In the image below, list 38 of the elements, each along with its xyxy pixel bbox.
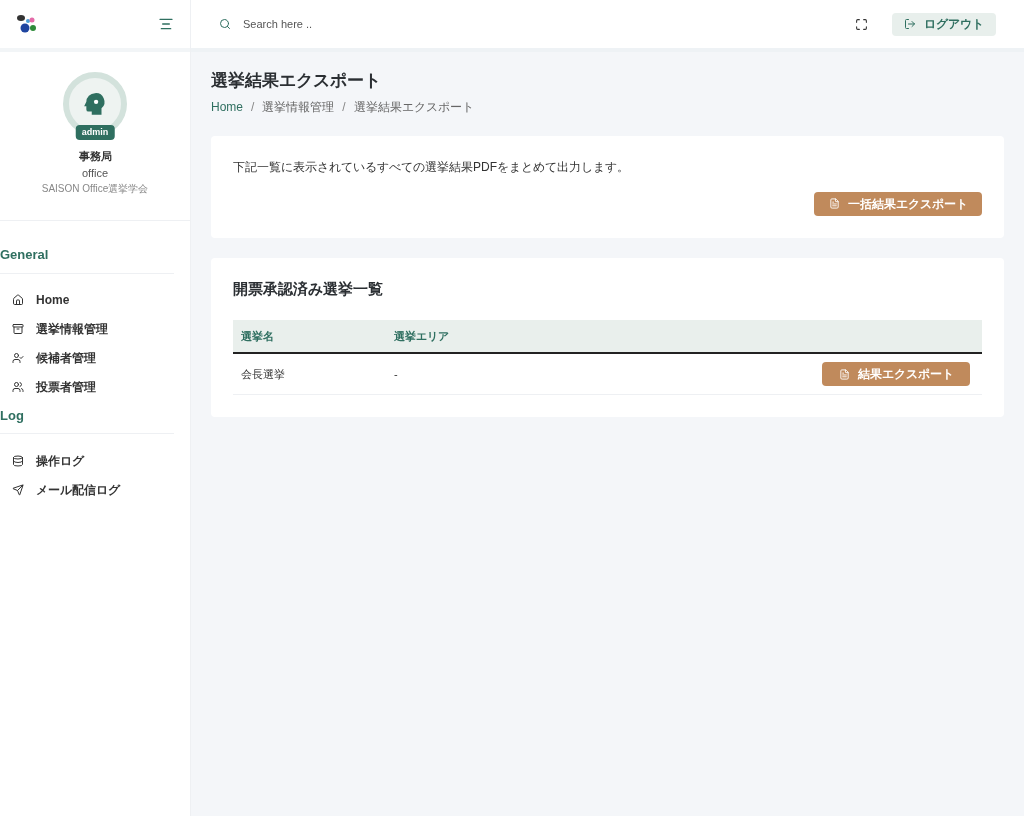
logout-button[interactable]: ログアウト xyxy=(892,12,996,36)
section-title: General xyxy=(0,245,174,274)
description-text: 下記一覧に表示されているすべての選挙結果PDFをまとめて出力します。 xyxy=(233,158,630,176)
page-title: 選挙結果エクスポート xyxy=(211,70,382,92)
nav-item[interactable]: Home xyxy=(0,285,190,315)
table-cell-text: 会長選挙 xyxy=(240,366,286,382)
table-cell-text: - xyxy=(393,366,399,382)
nav-icon xyxy=(12,454,24,467)
nav-item[interactable]: 候補者管理 xyxy=(0,343,190,373)
search-field[interactable]: Search here .. xyxy=(243,15,543,33)
menu-toggle-button[interactable] xyxy=(158,16,174,32)
card-title: 開票承認済み選挙一覧 xyxy=(233,278,384,299)
breadcrumb-link[interactable]: 選挙情報管理 xyxy=(262,97,335,116)
organization-name: SAISON Office選挙学会 xyxy=(41,182,149,196)
nav-item[interactable]: 操作ログ xyxy=(0,446,190,475)
nav-icon xyxy=(12,352,24,364)
logo-icon xyxy=(16,13,38,35)
breadcrumb-separator: / xyxy=(341,98,347,116)
logout-icon xyxy=(904,18,916,30)
user-role: office xyxy=(81,165,109,181)
nav-item[interactable]: 投票者管理 xyxy=(0,372,190,402)
nav-icon xyxy=(12,323,24,335)
pdf-file-icon xyxy=(828,198,840,209)
fullscreen-button[interactable] xyxy=(855,17,868,31)
breadcrumb-separator: / xyxy=(250,98,256,116)
nav-icon xyxy=(12,483,24,496)
user-name: 事務局 xyxy=(78,149,112,164)
column-header: 選挙名 xyxy=(240,328,275,344)
breadcrumb-link[interactable]: Home xyxy=(211,97,243,116)
section-title: Log xyxy=(0,405,174,434)
column-header: 選挙エリア xyxy=(393,328,450,344)
breadcrumb-current: 選挙結果エクスポート xyxy=(353,98,474,116)
nav-item[interactable]: メール配信ログ xyxy=(0,475,190,504)
nav-icon xyxy=(12,381,24,393)
pdf-file-icon xyxy=(838,368,850,380)
nav-icon xyxy=(12,294,24,306)
search-icon xyxy=(219,18,231,30)
nav-item[interactable]: 選挙情報管理 xyxy=(0,314,190,344)
